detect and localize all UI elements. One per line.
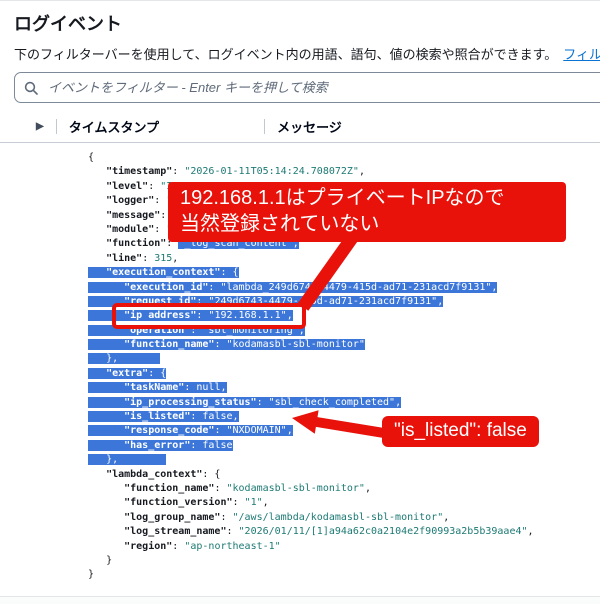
log-json-line: "region": "ap-northeast-1": [88, 540, 534, 554]
log-json-line: }: [88, 554, 534, 568]
header-divider: [56, 119, 57, 134]
log-json-line: "extra": {: [88, 367, 534, 381]
bottom-strip: [0, 597, 600, 604]
callout-line-1: 192.168.1.1はプライベートIPなので: [180, 185, 554, 211]
log-json-line: "function_name": "kodamasbl-sbl-monitor": [88, 338, 534, 352]
log-json-line: "taskName": null,: [88, 381, 534, 395]
log-json-line: "log_group_name": "/aws/lambda/kodamasbl…: [88, 511, 534, 525]
log-json-line: },: [88, 453, 534, 467]
column-message: メッセージ: [277, 117, 342, 136]
log-json-line: "line": 315,: [88, 252, 534, 266]
page-description: 下のフィルターバーを使用して、ログイベント内の用語、語句、値の検索や照合ができま…: [14, 44, 600, 63]
log-json-line: },: [88, 352, 534, 366]
log-events-panel: ログイベント 下のフィルターバーを使用して、ログイベント内の用語、語句、値の検索…: [0, 0, 600, 604]
log-table-header: ▶ タイムスタンプ メッセージ: [0, 111, 600, 143]
search-icon: [24, 81, 38, 95]
top-divider: [0, 0, 600, 1]
column-timestamp: タイムスタンプ: [69, 117, 159, 136]
filter-events-searchbox[interactable]: [14, 72, 600, 103]
log-json-line: "lambda_context": {: [88, 468, 534, 482]
log-json-line: "execution_context": {: [88, 266, 534, 280]
private-ip-callout: 192.168.1.1はプライベートIPなので 当然登録されていない: [168, 182, 566, 242]
filter-pattern-link[interactable]: フィルタ: [563, 47, 600, 62]
log-json-line: {: [88, 151, 534, 165]
is-listed-callout: "is_listed": false: [382, 416, 539, 447]
callout-line-2: 当然登録されていない: [180, 211, 554, 237]
ip-address-highlight-ring: [112, 303, 306, 329]
search-input[interactable]: [46, 79, 600, 96]
log-json-line: "execution_id": "lambda_249d6743-4479-41…: [88, 281, 534, 295]
page-title: ログイベント: [14, 10, 122, 36]
description-text: 下のフィルターバーを使用して、ログイベント内の用語、語句、値の検索や照合ができま…: [14, 47, 557, 62]
log-json-line: "log_stream_name": "2026/01/11/[1]a94a62…: [88, 525, 534, 539]
header-divider: [264, 119, 265, 134]
expand-row-triangle-icon[interactable]: ▶: [36, 122, 44, 132]
log-json-line: "function_name": "kodamasbl-sbl-monitor"…: [88, 482, 534, 496]
log-json-line: }: [88, 568, 534, 582]
log-json-line: "timestamp": "2026-01-11T05:14:24.708072…: [88, 165, 534, 179]
log-json-line: "function_version": "1",: [88, 496, 534, 510]
log-json-line: "ip_processing_status": "sbl_check_compl…: [88, 396, 534, 410]
